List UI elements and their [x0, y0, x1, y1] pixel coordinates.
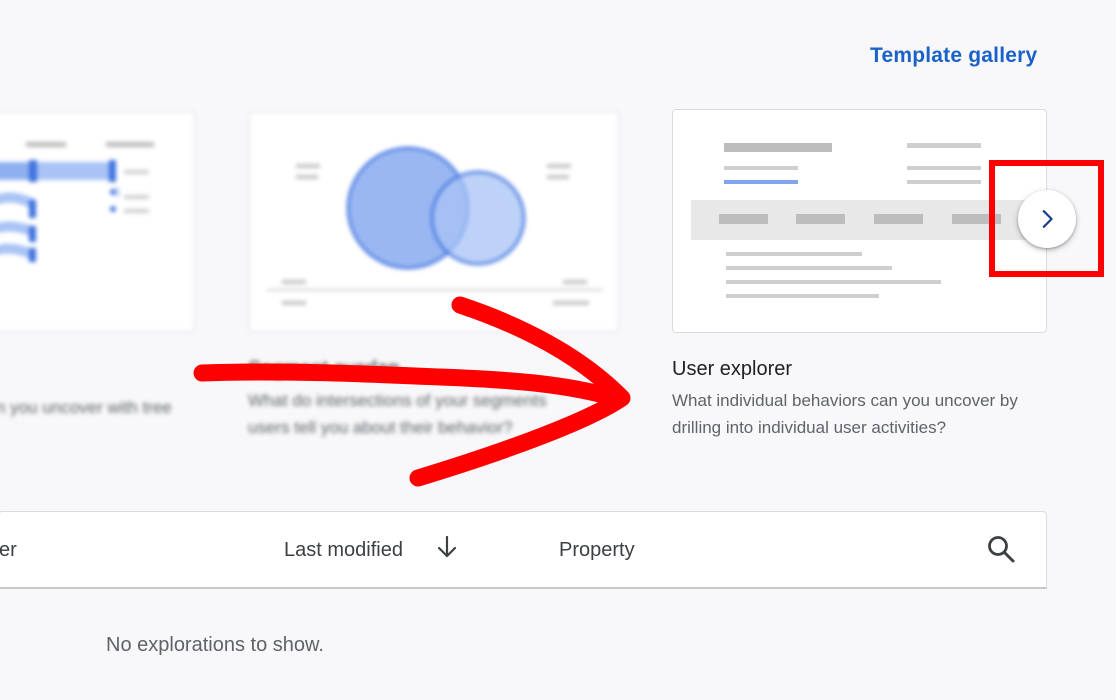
column-header-last-modified[interactable]: Last modified	[284, 539, 403, 562]
search-icon[interactable]	[986, 534, 1016, 564]
annotation-arrow-icon	[193, 296, 631, 487]
card-title: User explorer	[672, 358, 793, 380]
card-description: n you uncover with tree	[0, 398, 172, 417]
template-card-path-exploration[interactable]	[0, 111, 195, 332]
card-description: What individual behaviors can you uncove…	[672, 391, 1018, 437]
card-text-user-explorer: User explorer What individual behaviors …	[672, 358, 1052, 441]
template-gallery-link[interactable]: Template gallery	[870, 44, 1037, 68]
explorations-table-header: er Last modified Property	[0, 511, 1047, 589]
arrow-down-icon[interactable]	[436, 534, 458, 560]
card-text-path-exploration: n you uncover with tree	[0, 388, 196, 421]
column-header-property[interactable]: Property	[559, 539, 635, 562]
annotation-highlight-box	[989, 160, 1104, 277]
path-exploration-thumbnail	[0, 142, 154, 262]
column-header-owner[interactable]: er	[0, 539, 17, 562]
empty-state-message: No explorations to show.	[106, 634, 324, 656]
